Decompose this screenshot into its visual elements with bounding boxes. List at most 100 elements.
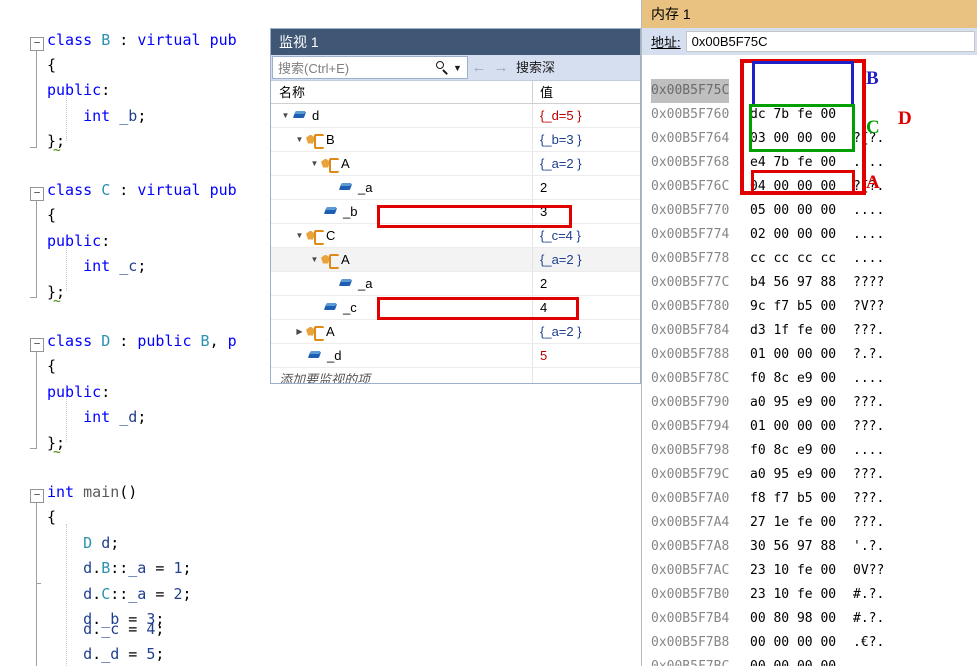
watch-value-cell[interactable]: 5 — [533, 344, 640, 367]
watch-name-cell[interactable]: ▼ B — [271, 128, 533, 151]
code-line: class C : virtual pub — [47, 181, 237, 199]
fold-toggle-class-d[interactable] — [30, 338, 44, 352]
memory-row[interactable]: 0x00B5F760 03 00 00 00 .... — [642, 79, 977, 170]
watch-value-cell[interactable]: {_a=2 } — [533, 320, 640, 343]
code-line: class D : public B, p — [47, 332, 237, 350]
chevron-expanded-icon[interactable]: ▼ — [293, 128, 306, 151]
watch-name-cell[interactable]: _a — [271, 176, 533, 199]
fold-guide-inner — [36, 583, 41, 584]
memory-dump[interactable]: 0x00B5F75C dc 7b fe 00 ?{?. 0x00B5F760 0… — [642, 55, 977, 666]
memory-row[interactable]: 0x00B5F79C f8 f7 b5 00 ???. — [642, 439, 977, 530]
memory-row[interactable]: 0x00B5F78C a0 95 e9 00 ???. — [642, 343, 977, 434]
code-line: public: — [47, 232, 111, 250]
watch-window[interactable]: 监视 1 搜索(Ctrl+E) ▼ ← → 搜索深 名称 值 ▼ d {_d=5… — [270, 28, 641, 384]
memory-row[interactable]: 0x00B5F7A4 30 56 97 88 0V?? — [642, 487, 977, 578]
table-row[interactable]: ▼ A {_a=2 } — [271, 152, 640, 176]
table-row[interactable]: ▼ d {_d=5 } — [271, 104, 640, 128]
chevron-down-icon[interactable]: ▼ — [453, 55, 463, 81]
search-input[interactable]: 搜索(Ctrl+E) ▼ — [272, 56, 468, 79]
memory-row[interactable]: 0x00B5F76C 05 00 00 00 .... — [642, 151, 977, 242]
memory-row[interactable]: 0x00B5F77C 9c f7 b5 00 ???. — [642, 247, 977, 338]
memory-row[interactable]: 0x00B5F790 01 00 00 00 .... — [642, 367, 977, 458]
table-row[interactable]: ▼ A {_a=2 } — [271, 248, 640, 272]
memory-row[interactable]: 0x00B5F7AC 23 10 fe 00 #.?. — [642, 535, 977, 626]
code-line: { — [47, 206, 57, 224]
watch-name-cell[interactable]: ▼ d — [271, 104, 533, 127]
code-line: { — [47, 56, 57, 74]
watch-name-cell[interactable]: ▶ A — [271, 320, 533, 343]
add-watch-row[interactable]: 添加要监视的项 — [271, 368, 640, 383]
memory-row[interactable]: 0x00B5F794 f0 8c e9 00 ???. — [642, 391, 977, 482]
magnifier-icon[interactable] — [433, 59, 451, 77]
memory-row[interactable]: 0x00B5F7A0 27 1e fe 00 '.?. — [642, 463, 977, 554]
fold-guide — [36, 201, 37, 297]
memory-row[interactable]: 0x00B5F764 e4 7b fe 00 ?{?. — [642, 103, 977, 194]
memory-row[interactable]: 0x00B5F7B4 00 00 00 00 .... — [642, 583, 977, 666]
memory-row[interactable]: 0x00B5F774 cc cc cc cc ???? — [642, 199, 977, 290]
column-header-name[interactable]: 名称 — [271, 81, 533, 103]
arrow-right-icon[interactable]: → — [490, 55, 512, 80]
memory-row[interactable]: 0x00B5F75C dc 7b fe 00 ?{?. — [642, 55, 977, 146]
memory-row[interactable]: 0x00B5F798 a0 95 e9 00 ???. — [642, 415, 977, 506]
watch-item-label: _a — [358, 276, 373, 291]
watch-toolbar[interactable]: 搜索(Ctrl+E) ▼ ← → 搜索深 — [271, 55, 640, 81]
memory-address-bar[interactable]: 地址: 0x00B5F75C — [642, 28, 977, 55]
table-row[interactable]: ▼ B {_b=3 } — [271, 128, 640, 152]
memory-window[interactable]: 内存 1 地址: 0x00B5F75C 0x00B5F75C dc 7b fe … — [641, 0, 977, 666]
memory-row[interactable]: 0x00B5F768 04 00 00 00 .... — [642, 127, 977, 218]
add-watch-placeholder[interactable]: 添加要监视的项 — [271, 368, 533, 383]
watch-name-cell[interactable]: ▼ A — [271, 152, 533, 175]
watch-value-cell[interactable]: {_b=3 } — [533, 128, 640, 151]
watch-value-cell[interactable]: {_a=2 } — [533, 152, 640, 175]
address-input[interactable]: 0x00B5F75C — [685, 31, 975, 52]
code-line: { — [47, 357, 57, 375]
memory-row[interactable]: 0x00B5F7C0 00 00 00 00 .... — [642, 655, 977, 666]
watch-value-cell[interactable]: 3 — [533, 200, 640, 223]
code-line: int _b; — [83, 107, 147, 125]
watch-value-cell[interactable]: {_a=2 } — [533, 248, 640, 271]
watch-value-cell[interactable]: {_d=5 } — [533, 104, 640, 127]
memory-row[interactable]: 0x00B5F788 f0 8c e9 00 ???. — [642, 319, 977, 410]
table-row[interactable]: _b 3 — [271, 200, 640, 224]
memory-row[interactable]: 0x00B5F7B0 00 80 98 00 .€?. — [642, 559, 977, 650]
memory-row[interactable]: 0x00B5F770 02 00 00 00 .... — [642, 175, 977, 266]
watch-name-cell[interactable]: ▼ C — [271, 224, 533, 247]
chevron-expanded-icon[interactable]: ▼ — [308, 248, 321, 271]
memory-row[interactable]: 0x00B5F7BC 00 00 00 00 .... — [642, 631, 977, 666]
watch-name-cell[interactable]: _d — [271, 344, 533, 367]
table-row[interactable]: _a 2 — [271, 272, 640, 296]
column-header-value[interactable]: 值 — [533, 81, 640, 103]
watch-name-cell[interactable]: _a — [271, 272, 533, 295]
watch-value-cell[interactable]: {_c=4 } — [533, 224, 640, 247]
chevron-collapsed-icon[interactable]: ▶ — [293, 320, 306, 343]
chevron-expanded-icon[interactable]: ▼ — [308, 152, 321, 175]
watch-name-cell[interactable]: _c — [271, 296, 533, 319]
watch-value-cell[interactable]: 2 — [533, 176, 640, 199]
watch-name-cell[interactable]: ▼ A — [271, 248, 533, 271]
watch-value-cell[interactable]: 2 — [533, 272, 640, 295]
add-watch-value-cell[interactable] — [533, 368, 640, 383]
watch-name-cell[interactable]: _b — [271, 200, 533, 223]
table-row[interactable]: ▶ A {_a=2 } — [271, 320, 640, 344]
fold-toggle-class-b[interactable] — [30, 37, 44, 51]
memory-row[interactable]: 0x00B5F7A8 23 10 fe 00 #.?. — [642, 511, 977, 602]
address-label: 地址: — [651, 35, 681, 50]
memory-row[interactable]: 0x00B5F784 01 00 00 00 .... — [642, 295, 977, 386]
watch-tree[interactable]: ▼ d {_d=5 } ▼ B {_b=3 } ▼ A {_a=2 } _a 2… — [271, 104, 640, 383]
watch-item-label: C — [326, 228, 336, 243]
fold-toggle-main[interactable] — [30, 489, 44, 503]
memory-row[interactable]: 0x00B5F778 b4 56 97 88 ?V?? — [642, 223, 977, 314]
table-row[interactable]: _a 2 — [271, 176, 640, 200]
memory-row[interactable]: 0x00B5F780 d3 1f fe 00 ?.?. — [642, 271, 977, 362]
fold-guide — [36, 352, 37, 448]
table-row[interactable]: _d 5 — [271, 344, 640, 368]
chevron-expanded-icon[interactable]: ▼ — [293, 224, 306, 247]
table-row[interactable]: ▼ C {_c=4 } — [271, 224, 640, 248]
chevron-expanded-icon[interactable]: ▼ — [279, 104, 292, 127]
fold-toggle-class-c[interactable] — [30, 187, 44, 201]
watch-column-headers: 名称 值 — [271, 81, 640, 104]
table-row[interactable]: _c 4 — [271, 296, 640, 320]
arrow-left-icon[interactable]: ← — [468, 55, 490, 80]
watch-value-cell[interactable]: 4 — [533, 296, 640, 319]
memory-row[interactable]: 0x00B5F7B8 00 00 00 00 .... — [642, 607, 977, 666]
